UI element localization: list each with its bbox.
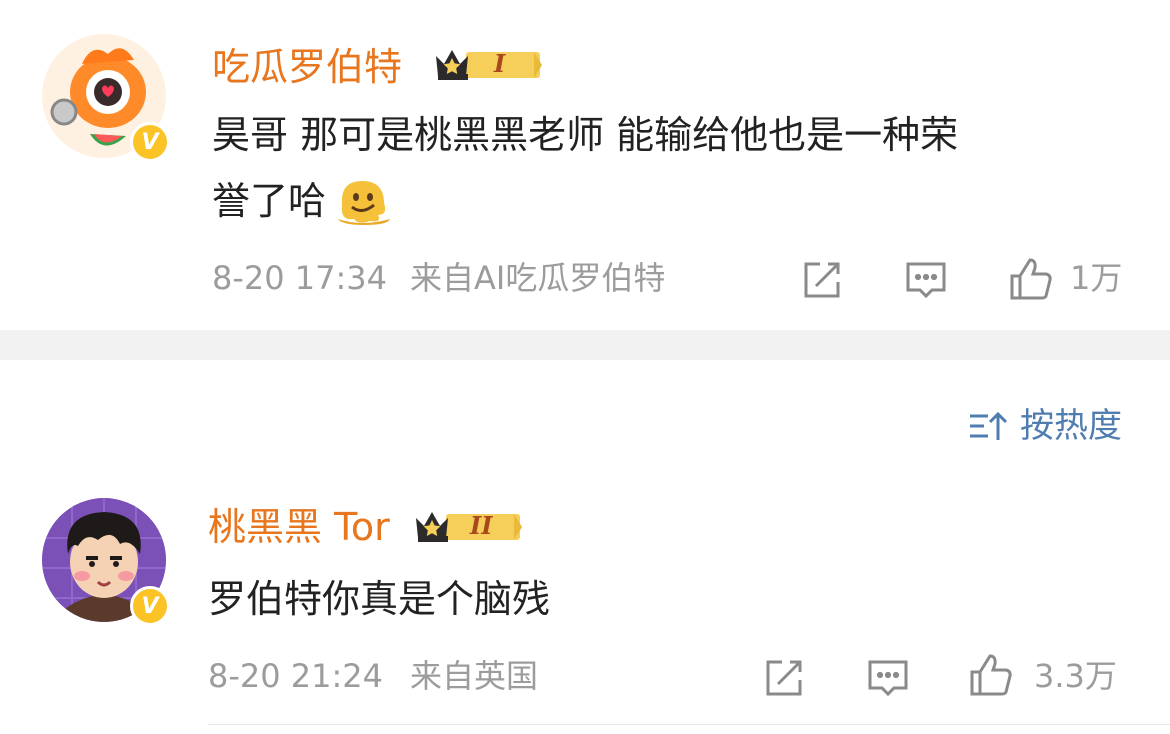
comment-1-level-text: I [494,49,506,78]
comment-1-text: 昊哥 那可是桃黑黑老师 能输给他也是一种荣 誉了哈 [212,102,1132,234]
comment-1-username[interactable]: 吃瓜罗伯特 [212,48,402,86]
comment-2-text: 罗伯特你真是个脑残 [208,577,551,621]
comment-1-line-1: 昊哥 那可是桃黑黑老师 能输给他也是一种荣 [212,113,959,157]
comment-2-time: 8-20 21:24 [208,657,384,695]
sort-label: 按热度 [1020,406,1122,446]
share-icon[interactable] [800,258,844,302]
crown-icon [410,506,524,550]
share-icon[interactable] [762,656,806,700]
melting-face-emoji [334,175,392,227]
comment-2-like-count: 3.3万 [1034,657,1117,695]
sort-icon [968,408,1008,444]
like-icon[interactable] [1008,256,1052,300]
comment-1-line-2: 誉了哈 [212,179,327,223]
verified-v-icon: V [130,122,170,162]
comment-1-source: 来自AI吃瓜罗伯特 [410,259,666,297]
section-divider [0,330,1170,360]
comment-icon[interactable] [904,258,948,302]
sort-button[interactable]: 按热度 [968,408,1122,444]
crown-icon [430,44,544,88]
bottom-divider [208,724,1170,725]
comment-2-username[interactable]: 桃黑黑 Tor [208,508,390,546]
verified-v-icon: V [130,586,170,626]
comment-icon[interactable] [866,656,910,700]
comment-2-source: 来自英国 [410,657,539,695]
comment-2-level-text: II [470,511,493,540]
comment-1-time: 8-20 17:34 [212,259,388,297]
comment-1-like-count: 1万 [1070,259,1123,297]
like-icon[interactable] [968,652,1012,696]
